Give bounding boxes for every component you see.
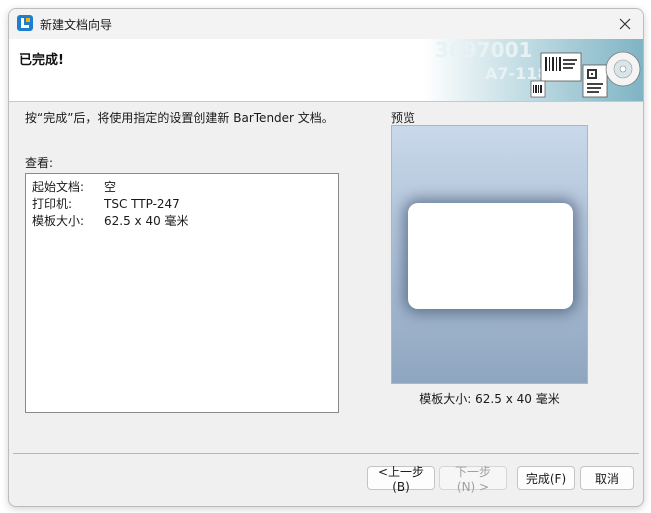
finish-button[interactable]: 完成(F) [517,466,575,490]
summary-value: 62.5 x 40 毫米 [104,214,189,228]
summary-key: 起始文档: [32,180,85,194]
footer-divider [13,453,639,454]
title-bar: 新建文档向导 [9,9,643,39]
header-banner-graphic: 3697001 A7-118 [423,39,643,101]
banner-code-text: A7-118 [485,64,549,83]
bartender-app-icon [17,15,33,31]
summary-value: 空 [104,180,117,194]
wizard-window: 新建文档向导 已完成! 3697001 A7-118 按“完成”后，将使用指定的… [8,8,644,507]
page-title: 已完成! [19,53,64,68]
window-title: 新建文档向导 [40,18,113,32]
preview-panel [391,125,588,384]
review-label: 查看: [25,156,54,170]
header-divider [9,101,643,102]
label-preview-shape [408,203,573,309]
template-size-caption: 模板大小: 62.5 x 40 毫米 [419,392,560,406]
next-button[interactable]: 下一步(N) > [439,465,507,494]
summary-list[interactable]: 起始文档: 空 打印机: TSC TTP-247 模板大小: 62.5 x 40 毫米 [25,173,339,413]
summary-row-template-size: 模板大小: 62.5 x 40 毫米 [32,212,189,229]
wizard-header: 已完成! 3697001 A7-118 [9,39,643,101]
back-button[interactable]: <上一步(B) [367,465,435,494]
preview-label: 预览 [391,111,416,125]
close-button[interactable] [607,9,643,39]
instruction-text: 按“完成”后，将使用指定的设置创建新 BarTender 文档。 [25,111,334,125]
banner-number-text: 3697001 [435,39,532,62]
summary-row-printer: 打印机: TSC TTP-247 [32,195,180,212]
summary-key: 模板大小: [32,214,85,228]
summary-key: 打印机: [32,197,73,211]
close-icon [619,18,631,30]
cancel-button[interactable]: 取消 [580,466,634,490]
summary-value: TSC TTP-247 [104,197,180,211]
summary-row-start-document: 起始文档: 空 [32,178,116,195]
